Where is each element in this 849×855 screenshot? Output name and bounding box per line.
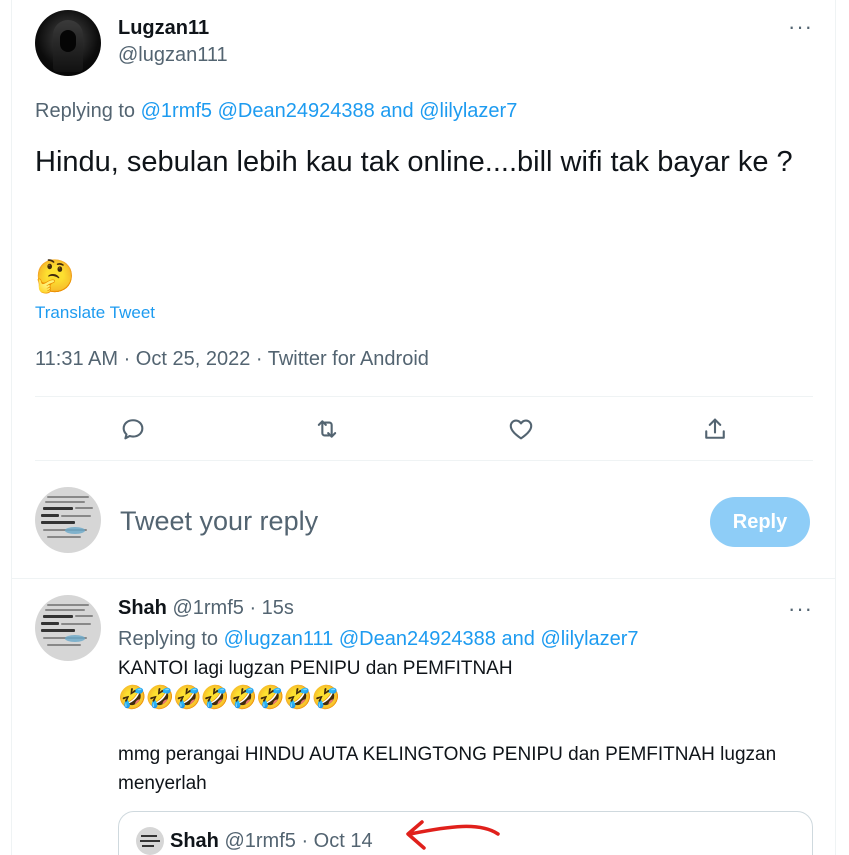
- quoted-date: · Oct 14: [301, 830, 373, 852]
- quoted-author-avatar: [136, 827, 164, 855]
- reply-time[interactable]: · 15s: [249, 597, 293, 619]
- reply-button[interactable]: Reply: [710, 497, 810, 547]
- divider: [35, 396, 813, 397]
- reply-text-line: KANTOI lagi lugzan PENIPU dan PEMFITNAH: [118, 658, 513, 679]
- tweet-text: Hindu, sebulan lebih kau tak online....b…: [35, 146, 793, 178]
- author-handle[interactable]: @lugzan111: [118, 44, 228, 67]
- heart-icon: [509, 419, 533, 440]
- reply-header: Shah @1rmf5 · 15s: [118, 597, 294, 620]
- mention-link[interactable]: @Dean24924388: [339, 628, 496, 650]
- tweet-timestamp[interactable]: 11:31 AM · Oct 25, 2022 · Twitter for An…: [35, 348, 429, 371]
- mention-link[interactable]: @Dean24924388: [218, 100, 375, 122]
- reply-input[interactable]: Tweet your reply: [120, 506, 318, 537]
- quoted-header: Shah @1rmf5 · Oct 14: [170, 830, 373, 853]
- laughing-emoji-icon: 🤣🤣🤣🤣🤣🤣🤣🤣: [118, 684, 340, 710]
- share-action-button[interactable]: [699, 413, 731, 445]
- divider: [35, 460, 813, 461]
- replying-to-line: Replying to @1rmf5 @Dean24924388 and @li…: [35, 100, 517, 123]
- quoted-author-handle: @1rmf5: [224, 830, 296, 852]
- reply-author-handle[interactable]: @1rmf5: [172, 597, 243, 619]
- thinking-emoji-icon: 🤔: [35, 258, 75, 294]
- author-display-name[interactable]: Lugzan11: [118, 17, 209, 40]
- current-user-avatar[interactable]: [35, 487, 101, 553]
- mention-link[interactable]: @lugzan111: [224, 628, 334, 650]
- mention-and: and: [380, 100, 414, 122]
- replying-to-line: Replying to @lugzan111 @Dean24924388 and…: [118, 628, 639, 651]
- reply-author-name[interactable]: Shah: [118, 597, 167, 619]
- mention-link[interactable]: @lilylazer7: [419, 100, 517, 122]
- author-avatar[interactable]: [35, 10, 101, 76]
- more-options-icon[interactable]: ···: [788, 14, 813, 40]
- retweet-icon: [317, 420, 337, 438]
- reply-author-avatar[interactable]: [35, 595, 101, 661]
- retweet-action-button[interactable]: [311, 413, 343, 445]
- reply-icon: [122, 419, 144, 440]
- mention-link[interactable]: @lilylazer7: [540, 628, 638, 650]
- more-options-icon[interactable]: ···: [788, 596, 813, 622]
- reply-text-line: mmg perangai HINDU AUTA KELINGTONG PENIP…: [118, 744, 777, 794]
- replying-prefix: Replying to: [118, 628, 219, 650]
- mention-and: and: [501, 628, 535, 650]
- reply-action-button[interactable]: [117, 413, 149, 445]
- divider: [11, 578, 836, 579]
- quoted-author-name: Shah: [170, 830, 219, 852]
- replying-prefix: Replying to: [35, 100, 136, 122]
- translate-tweet-link[interactable]: Translate Tweet: [35, 303, 155, 323]
- like-action-button[interactable]: [505, 413, 537, 445]
- share-icon: [705, 418, 725, 439]
- red-arrow-annotation: [406, 820, 500, 850]
- mention-link[interactable]: @1rmf5: [141, 100, 212, 122]
